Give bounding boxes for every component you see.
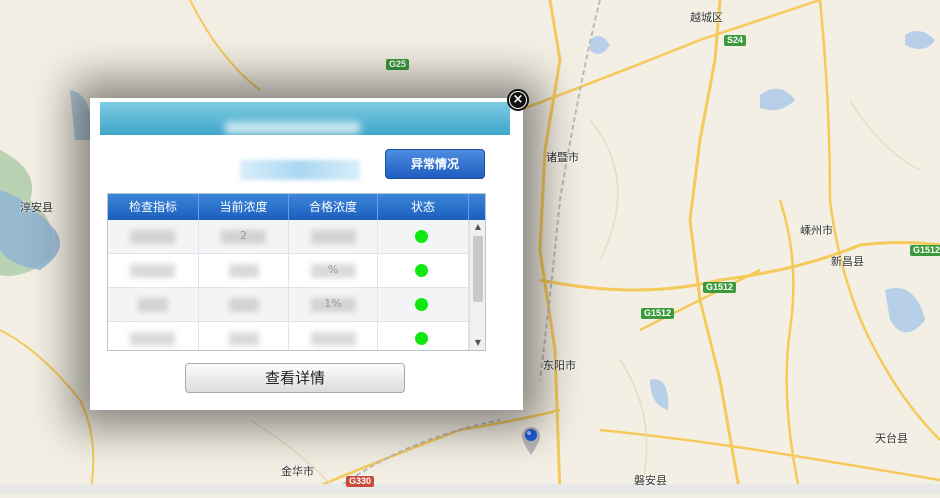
table-body: 2 % 1% bbox=[108, 220, 469, 350]
station-name-redacted bbox=[240, 160, 360, 180]
map-label-panan: 磐安县 bbox=[634, 474, 667, 487]
cell-current bbox=[199, 322, 289, 350]
map-label-jinhua: 金华市 bbox=[281, 465, 314, 478]
status-ok-icon bbox=[415, 230, 428, 243]
status-ok-icon bbox=[415, 332, 428, 345]
map-label-shengzhou: 嵊州市 bbox=[800, 224, 833, 237]
map-label-chunan: 淳安县 bbox=[20, 201, 53, 214]
map-label-zhuji: 诸暨市 bbox=[546, 151, 579, 164]
road-shield-g1512-b: G1512 bbox=[641, 308, 675, 319]
cell-indicator bbox=[108, 220, 199, 253]
map-label-tiantai: 天台县 bbox=[875, 432, 908, 445]
table-scrollbar[interactable]: ▲ ▼ bbox=[469, 220, 485, 350]
road-shield-s24: S24 bbox=[724, 35, 747, 46]
cell-standard: % bbox=[289, 254, 378, 287]
map-pin-icon[interactable] bbox=[521, 426, 541, 456]
header-standard: 合格浓度 bbox=[289, 194, 378, 220]
cell-current bbox=[199, 288, 289, 321]
table-row[interactable] bbox=[108, 322, 469, 350]
road-shield-g25: G25 bbox=[386, 59, 410, 70]
cell-status bbox=[378, 254, 469, 287]
map-label-dongyang: 东阳市 bbox=[543, 359, 576, 372]
table-row[interactable]: % bbox=[108, 254, 469, 288]
cell-standard: 1% bbox=[289, 288, 378, 321]
table-header: 检查指标 当前浓度 合格浓度 状态 bbox=[108, 194, 485, 220]
close-icon: × bbox=[510, 92, 526, 108]
status-ok-icon bbox=[415, 264, 428, 277]
station-info-popup: 异常情况 检查指标 当前浓度 合格浓度 状态 2 % 1% ▲ ▼ 查看详情 bbox=[90, 98, 523, 410]
cell-status bbox=[378, 322, 469, 350]
popup-title-redacted bbox=[225, 122, 360, 134]
table-row[interactable]: 2 bbox=[108, 220, 469, 254]
road-shield-g330: G330 bbox=[346, 476, 375, 487]
close-button[interactable]: × bbox=[507, 89, 529, 111]
road-shield-g1512-c: G1512 bbox=[910, 245, 940, 256]
header-indicator: 检查指标 bbox=[108, 194, 199, 220]
scroll-thumb[interactable] bbox=[473, 236, 483, 302]
map-label-xinchang: 新昌县 bbox=[831, 255, 864, 268]
cell-current bbox=[199, 254, 289, 287]
map-label-yuecheng: 越城区 bbox=[690, 11, 723, 24]
cell-current: 2 bbox=[199, 220, 289, 253]
anomaly-button[interactable]: 异常情况 bbox=[385, 149, 485, 179]
view-details-button[interactable]: 查看详情 bbox=[185, 363, 405, 393]
scroll-up-icon[interactable]: ▲ bbox=[470, 220, 485, 234]
header-status: 状态 bbox=[378, 194, 469, 220]
header-current: 当前浓度 bbox=[199, 194, 289, 220]
cell-status bbox=[378, 220, 469, 253]
scroll-down-icon[interactable]: ▼ bbox=[470, 336, 485, 350]
cell-standard bbox=[289, 322, 378, 350]
cell-indicator bbox=[108, 254, 199, 287]
road-shield-g1512-a: G1512 bbox=[703, 282, 737, 293]
cell-standard bbox=[289, 220, 378, 253]
table-row[interactable]: 1% bbox=[108, 288, 469, 322]
cell-status bbox=[378, 288, 469, 321]
cell-indicator bbox=[108, 322, 199, 350]
status-ok-icon bbox=[415, 298, 428, 311]
indicator-table: 检查指标 当前浓度 合格浓度 状态 2 % 1% ▲ ▼ bbox=[107, 193, 486, 351]
cell-indicator bbox=[108, 288, 199, 321]
